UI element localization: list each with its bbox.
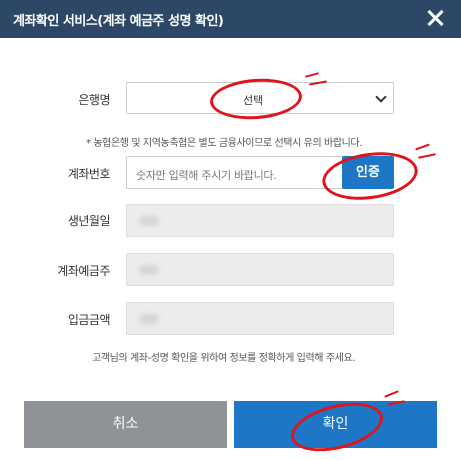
dialog-header: 계좌확인 서비스(계좌 예금주 성명 확인) bbox=[0, 0, 461, 38]
amount-field bbox=[126, 302, 394, 335]
amount-label: 입금금액 bbox=[67, 313, 111, 327]
birth-label: 생년월일 bbox=[67, 214, 111, 228]
annotation-dash bbox=[304, 72, 320, 78]
bank-notice: * 농협은행 및 지역농축협은 별도 금융사이므로 선택시 유의 바랍니다. bbox=[86, 138, 363, 149]
holder-label: 계좌예금주 bbox=[57, 264, 110, 278]
footnote: 고객님의 계좌-성명 확인을 위하여 정보를 정확하게 입력해 주세요. bbox=[92, 353, 356, 364]
annotation-dash bbox=[384, 390, 399, 398]
dialog-title: 계좌확인 서비스(계좌 예금주 성명 확인) bbox=[13, 14, 224, 29]
chevron-down-icon bbox=[375, 91, 387, 103]
birth-value-blurred bbox=[139, 216, 159, 226]
bank-label: 은행명 bbox=[78, 93, 110, 107]
account-number-placeholder: 숫자만 입력해 주시기 바랍니다. bbox=[136, 169, 277, 182]
holder-field bbox=[126, 253, 394, 286]
birth-field bbox=[126, 204, 394, 237]
annotation-dash bbox=[417, 153, 437, 159]
cancel-button[interactable]: 취소 bbox=[24, 401, 227, 448]
account-label: 계좌번호 bbox=[67, 167, 111, 181]
close-icon[interactable] bbox=[425, 8, 445, 28]
account-number-input[interactable]: 숫자만 입력해 주시기 바랍니다. bbox=[126, 156, 344, 189]
annotation-dash bbox=[415, 143, 430, 151]
holder-value-blurred bbox=[139, 265, 159, 275]
amount-value-blurred bbox=[139, 314, 159, 324]
